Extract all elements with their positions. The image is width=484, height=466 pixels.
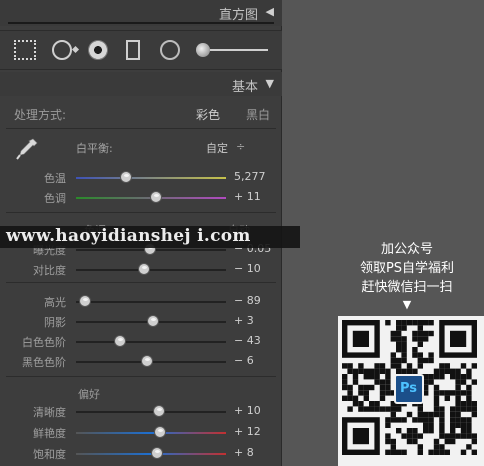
slider-label: 高光 xyxy=(44,296,66,309)
radial-filter-icon[interactable] xyxy=(160,40,180,60)
divider xyxy=(6,376,276,377)
down-arrow-icon: ▼ xyxy=(402,298,412,311)
graduated-filter-icon[interactable] xyxy=(126,40,140,60)
white-balance-select[interactable]: 自定 xyxy=(206,140,228,156)
treatment-bw-option[interactable]: 黑白 xyxy=(246,106,270,123)
slider-knob[interactable] xyxy=(154,426,166,438)
divider xyxy=(6,282,276,283)
treatment-label: 处理方式: xyxy=(14,108,67,122)
slider-label: 对比度 xyxy=(33,264,66,277)
slider-row[interactable]: 饱和度 + 8 xyxy=(0,444,282,462)
slider-track[interactable] xyxy=(76,301,226,303)
slider-knob[interactable] xyxy=(137,263,150,275)
slider-value[interactable]: − 6 xyxy=(234,354,274,367)
slider-label: 阴影 xyxy=(44,316,66,329)
slider-knob[interactable] xyxy=(151,447,163,459)
divider xyxy=(6,128,276,129)
spot-arrow-icon xyxy=(71,45,80,54)
watermark-banner: www.haoyidianshej i.com xyxy=(0,226,300,248)
tool-strip xyxy=(0,30,282,70)
divider xyxy=(6,212,276,213)
slider-label: 色调 xyxy=(44,192,66,205)
ps-badge-text: Ps xyxy=(400,381,418,396)
white-balance-label: 白平衡: xyxy=(76,142,113,155)
slider-knob[interactable] xyxy=(149,191,162,203)
slider-knob[interactable] xyxy=(119,171,132,183)
slider-knob[interactable] xyxy=(146,315,159,327)
basic-header[interactable]: 基本 ▼ xyxy=(0,72,282,96)
slider-row[interactable]: 色温 5,277 xyxy=(0,168,282,186)
slider-label: 饱和度 xyxy=(33,448,66,461)
slider-label: 色温 xyxy=(44,172,66,185)
histogram-divider xyxy=(8,22,274,24)
watermark-text: www.haoyidianshej i.com xyxy=(6,226,251,246)
histogram-header[interactable]: 直方图 ◀ xyxy=(0,0,282,26)
slider-knob[interactable] xyxy=(79,295,91,307)
slider-row[interactable]: 色调 + 11 xyxy=(0,188,282,206)
slider-value[interactable]: + 3 xyxy=(234,314,274,327)
basic-title: 基本 xyxy=(231,80,258,95)
slider-row[interactable]: 对比度 − 10 xyxy=(0,260,282,278)
slider-knob[interactable] xyxy=(113,335,126,347)
basic-content: 处理方式: 彩色 黑白 白平衡: 自定 ÷ 色温5,277色调+ 11 色调 自… xyxy=(0,96,282,466)
slider-value[interactable]: 5,277 xyxy=(234,170,274,183)
slider-value[interactable]: − 89 xyxy=(234,294,274,307)
treatment-color-option[interactable]: 彩色 xyxy=(196,106,220,123)
slider-track[interactable] xyxy=(76,432,226,434)
updown-arrows-icon[interactable]: ÷ xyxy=(236,140,245,153)
slider-knob[interactable] xyxy=(140,355,153,367)
slider-label: 黑色色阶 xyxy=(22,356,66,369)
slider-value[interactable]: + 8 xyxy=(234,446,274,459)
promo-line-2: 领取PS自学福利 xyxy=(359,261,455,276)
slider-row[interactable]: 清晰度 + 10 xyxy=(0,402,282,420)
slider-label: 鲜艳度 xyxy=(33,427,66,440)
slider-value[interactable]: + 12 xyxy=(234,425,274,438)
slider-label: 白色色阶 xyxy=(22,336,66,349)
slider-track[interactable] xyxy=(76,269,226,271)
slider-track[interactable] xyxy=(76,341,226,343)
ps-logo-icon: Ps xyxy=(394,374,424,404)
eyedropper-icon[interactable] xyxy=(14,136,40,162)
qr-code: Ps xyxy=(338,316,484,466)
crop-overlay-icon[interactable] xyxy=(14,40,36,60)
slider-value[interactable]: + 10 xyxy=(234,404,274,417)
triangle-down-icon[interactable]: ▼ xyxy=(266,77,274,90)
slider-row[interactable]: 高光 − 89 xyxy=(0,292,282,310)
promo-line-3: 赶快微信扫一扫 xyxy=(361,280,453,295)
slider-row[interactable]: 阴影 + 3 xyxy=(0,312,282,330)
slider-row[interactable]: 黑色色阶 − 6 xyxy=(0,352,282,370)
slider-label: 清晰度 xyxy=(33,406,66,419)
slider-track[interactable] xyxy=(76,411,226,413)
slider-row[interactable]: 鲜艳度 + 12 xyxy=(0,423,282,441)
slider-value[interactable]: + 11 xyxy=(234,190,274,203)
promo-text: 加公众号 领取PS自学福利 赶快微信扫一扫 ▼ xyxy=(330,240,484,311)
slider-row[interactable]: 白色色阶 − 43 xyxy=(0,332,282,350)
histogram-title: 直方图 xyxy=(218,8,258,23)
adjustment-brush-icon[interactable] xyxy=(196,43,210,57)
triangle-left-icon[interactable]: ◀ xyxy=(266,5,274,18)
slider-knob[interactable] xyxy=(152,405,165,417)
preference-label: 偏好 xyxy=(78,388,100,401)
spot-removal-icon[interactable] xyxy=(52,40,72,60)
slider-value[interactable]: − 10 xyxy=(234,262,274,275)
brush-size-line xyxy=(210,49,268,51)
promo-line-1: 加公众号 xyxy=(380,242,433,257)
slider-track[interactable] xyxy=(76,177,226,179)
slider-value[interactable]: − 43 xyxy=(234,334,274,347)
red-eye-icon[interactable] xyxy=(88,40,108,60)
